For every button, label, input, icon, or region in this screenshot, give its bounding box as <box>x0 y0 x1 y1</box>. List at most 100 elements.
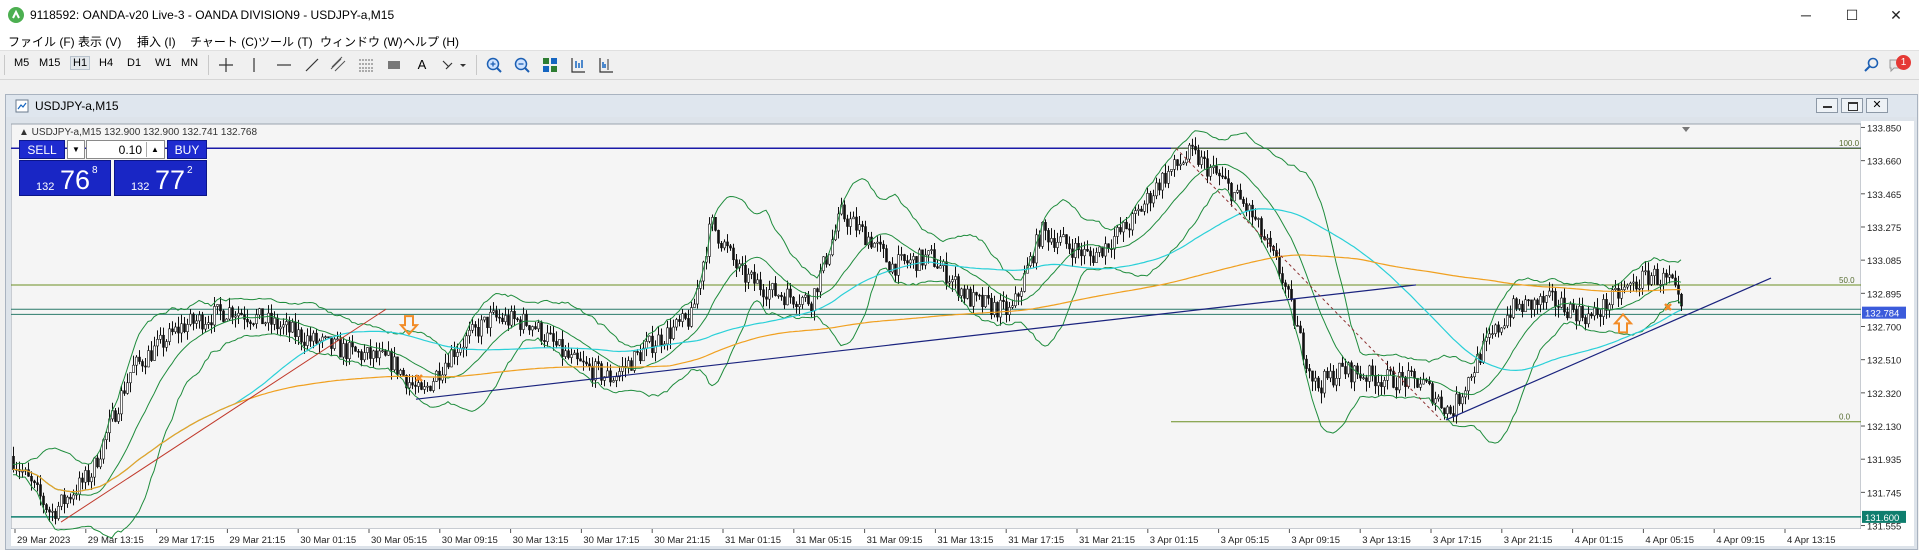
candle-body <box>1506 315 1509 327</box>
timeframe-m5-button[interactable]: M5 <box>14 57 29 69</box>
candle-body <box>147 350 150 368</box>
channel-icon[interactable] <box>328 55 348 75</box>
horizontal-line-icon[interactable] <box>274 55 294 75</box>
candle-body <box>1383 380 1386 387</box>
candle-body <box>174 326 177 333</box>
chart-minimize-button[interactable] <box>1816 98 1838 113</box>
candle-body <box>963 288 966 299</box>
price-tick-label: 132.320 <box>1867 389 1901 400</box>
candle-body <box>528 325 531 331</box>
fibonacci-level-label: 50.0 <box>1839 276 1855 285</box>
lot-size-field[interactable]: 0.10 ▲ <box>86 140 165 159</box>
timeframe-w1-button[interactable]: W1 <box>155 57 172 69</box>
lot-dropdown-button[interactable]: ▼ <box>67 140 85 159</box>
time-tick-label: 3 Apr 01:15 <box>1150 535 1199 546</box>
zoom-out-icon[interactable] <box>512 55 532 75</box>
timeframe-d1-button[interactable]: D1 <box>127 57 141 69</box>
maximize-button[interactable]: ☐ <box>1829 0 1875 30</box>
candle-body <box>357 351 360 353</box>
candle-body <box>285 321 288 326</box>
candle-body <box>1557 306 1560 308</box>
search-icon[interactable] <box>1862 55 1882 75</box>
menu-tools[interactable]: ツール (T) <box>258 33 313 50</box>
timeframe-h1-button[interactable]: H1 <box>70 56 91 70</box>
candle-body <box>456 352 459 357</box>
close-icon: ✕ <box>1872 99 1882 111</box>
candle-body <box>1131 213 1134 231</box>
zoom-in-icon[interactable] <box>484 55 504 75</box>
candle-body <box>1056 241 1059 248</box>
chart-shift-icon[interactable] <box>596 55 616 75</box>
fibonacci-icon[interactable] <box>356 55 376 75</box>
candle-body <box>381 350 384 352</box>
candle-body <box>123 390 126 394</box>
price-tick-label: 133.850 <box>1867 123 1901 134</box>
price-chart[interactable]: ▲ USDJPY-a,M15 132.900 132.900 132.741 1… <box>11 121 1914 546</box>
candle-body <box>918 249 921 271</box>
minimize-button[interactable]: ─ <box>1783 0 1829 30</box>
candle-body <box>1194 146 1197 151</box>
candle-body <box>1368 365 1371 382</box>
candle-body <box>771 283 774 291</box>
menu-view[interactable]: 表示 (V) <box>78 33 121 50</box>
timeframe-h4-button[interactable]: H4 <box>99 57 113 69</box>
timeframe-m15-button[interactable]: M15 <box>39 57 60 69</box>
candle-body <box>30 475 33 482</box>
candle-body <box>1353 365 1356 383</box>
sell-price-box[interactable]: 132 76 8 <box>19 160 111 196</box>
candle-body <box>282 324 285 328</box>
candle-body <box>546 332 549 342</box>
candle-body <box>258 308 261 316</box>
candle-body <box>192 313 195 324</box>
candle-body <box>585 361 588 365</box>
price-tick-label: 132.130 <box>1867 422 1901 433</box>
menu-help[interactable]: ヘルプ (H) <box>403 33 459 50</box>
candle-body <box>369 347 372 359</box>
candle-body <box>396 356 399 375</box>
vertical-line-icon[interactable] <box>244 55 264 75</box>
candle-body <box>1596 307 1599 316</box>
candle-body <box>912 256 915 261</box>
time-tick-label: 30 Mar 17:15 <box>583 535 639 546</box>
candle-body <box>801 297 804 305</box>
candle-body <box>1638 287 1641 290</box>
candle-body <box>795 303 798 308</box>
arrows-menu-icon[interactable] <box>440 55 468 75</box>
candle-body <box>339 338 342 358</box>
trendline-icon[interactable] <box>302 55 322 75</box>
candle-body <box>972 292 975 307</box>
notifications-button[interactable]: 1 <box>1888 55 1912 75</box>
text-tool-button[interactable]: A <box>412 55 432 75</box>
menu-chart[interactable]: チャート (C) <box>190 33 258 50</box>
candle-body <box>171 328 174 333</box>
tile-windows-icon[interactable] <box>540 55 560 75</box>
candle-body <box>1599 314 1602 317</box>
candle-body <box>858 224 861 231</box>
candle-body <box>1314 377 1317 382</box>
buy-price-box[interactable]: 132 77 2 <box>114 160 207 196</box>
menu-file[interactable]: ファイル (F) <box>8 33 75 50</box>
candle-body <box>375 350 378 359</box>
candle-body <box>1245 203 1248 212</box>
menu-insert[interactable]: 挿入 (I) <box>137 33 176 50</box>
title-bar: 9118592: OANDA-v20 Live-3 - OANDA DIVISI… <box>0 0 1919 31</box>
candle-body <box>543 340 546 342</box>
close-button[interactable]: ✕ <box>1873 0 1919 30</box>
sell-button[interactable]: SELL <box>19 140 65 159</box>
candle-body <box>1176 159 1179 166</box>
rectangle-icon[interactable] <box>384 55 404 75</box>
candle-body <box>672 326 675 339</box>
candle-body <box>1098 246 1101 253</box>
chart-restore-button[interactable] <box>1841 98 1863 113</box>
candle-body <box>1158 182 1161 191</box>
crosshair-icon[interactable] <box>216 55 236 75</box>
buy-button[interactable]: BUY <box>167 140 207 159</box>
chart-close-button[interactable]: ✕ <box>1866 98 1888 113</box>
candle-body <box>558 339 561 346</box>
lot-stepper-up-icon[interactable]: ▲ <box>146 142 163 157</box>
timeframe-mn-button[interactable]: MN <box>181 57 198 69</box>
candle-body <box>222 310 225 322</box>
auto-scroll-icon[interactable] <box>568 55 588 75</box>
candle-body <box>1545 295 1548 303</box>
menu-window[interactable]: ウィンドウ (W) <box>320 33 403 50</box>
